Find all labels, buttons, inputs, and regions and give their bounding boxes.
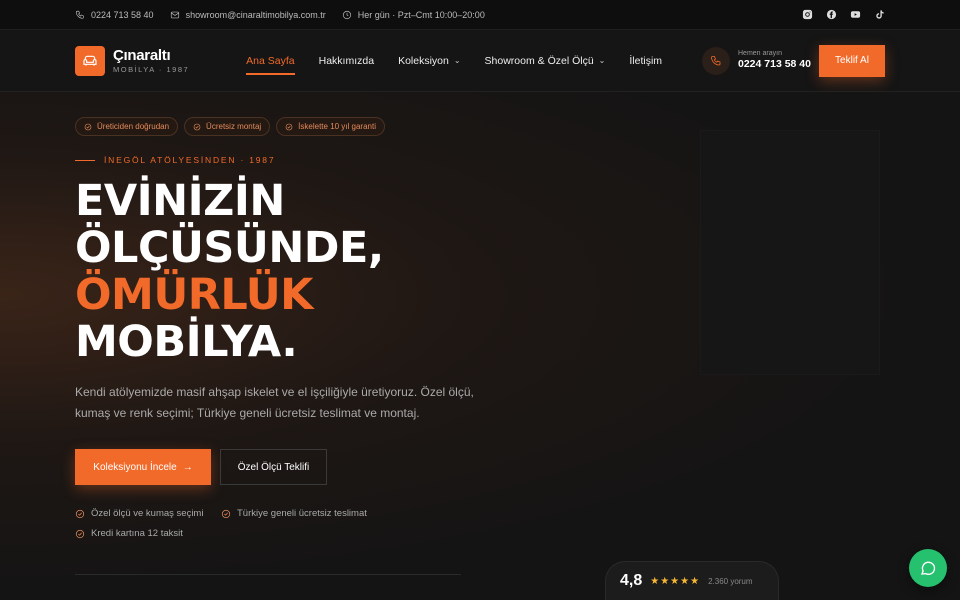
facebook-icon[interactable]: [825, 9, 837, 21]
chat-bubble-icon: [920, 561, 936, 575]
hero-eyebrow: İNEGÖL ATÖLYESİNDEN · 1987: [75, 155, 275, 165]
logo-mark[interactable]: [75, 45, 105, 76]
phone-icon: [75, 10, 84, 19]
hero-badge: İskelette 10 yıl garanti: [276, 117, 385, 136]
sofa-icon: [83, 55, 97, 66]
instagram-icon[interactable]: [801, 9, 813, 21]
custom-size-quote-button[interactable]: Özel Ölçü Teklifi: [220, 449, 327, 485]
button-label: Koleksiyonu İncele: [93, 461, 177, 473]
headline-line-1: EVİNİZİN: [75, 176, 285, 226]
hero-description: Kendi atölyemizde masif ahşap iskelet ve…: [75, 385, 474, 420]
call-info[interactable]: Hemen arayın 0224 713 58 40: [738, 50, 811, 71]
check-circle-icon: [75, 509, 85, 518]
feature-item: Kredi kartına 12 taksit: [75, 528, 183, 539]
nav-item-about[interactable]: Hakkımızda: [319, 49, 374, 73]
headline-line-2: ÖLÇÜSÜNDE,: [75, 223, 384, 273]
call-button[interactable]: [702, 46, 730, 75]
topbar-hours-text: Her gün · Pzt–Cmt 10:00–20:00: [357, 9, 485, 20]
brand-name: Çınaraltı: [113, 46, 171, 64]
nav-item-collection[interactable]: Koleksiyon ⌄: [398, 49, 460, 73]
nav-item-label: Hakkımızda: [318, 54, 375, 67]
main-navigation: Çınaraltı MOBİLYA · 1987 Ana Sayfa Hakkı…: [0, 30, 960, 92]
call-number: 0224 713 58 40: [738, 58, 811, 71]
headline-line-4: MOBİLYA.: [75, 317, 298, 367]
badge-label: Ücretsiz montaj: [206, 122, 262, 131]
rating-value: 4,8: [620, 572, 643, 589]
get-quote-button[interactable]: Teklif Al: [819, 44, 885, 77]
feature-label: Özel ölçü ve kumaş seçimi: [91, 508, 204, 519]
hero-divider: [75, 574, 461, 575]
view-collection-button[interactable]: Koleksiyonu İncele →: [75, 449, 211, 485]
chevron-down-icon: ⌄: [453, 56, 461, 65]
check-circle-icon: [193, 123, 201, 130]
nav-item-contact[interactable]: İletişim: [629, 49, 662, 73]
topbar-email[interactable]: showroom@cinaraltimobilya.com.tr: [170, 10, 326, 20]
nav-item-label: Showroom & Özel Ölçü: [484, 54, 594, 67]
topbar-email-text: showroom@cinaraltimobilya.com.tr: [185, 9, 326, 20]
hero-badges: Üreticiden doğrudan Ücretsiz montaj İske…: [75, 117, 385, 136]
review-count: 2.360 yorum: [708, 576, 753, 586]
topbar-phone-text: 0224 713 58 40: [91, 9, 154, 20]
check-circle-icon: [84, 123, 92, 130]
logo[interactable]: Çınaraltı MOBİLYA · 1987: [113, 48, 189, 74]
clock-icon: [342, 10, 351, 19]
youtube-icon[interactable]: [849, 9, 861, 21]
badge-label: İskelette 10 yıl garanti: [298, 122, 376, 131]
check-circle-icon: [285, 123, 293, 130]
top-info-bar: 0224 713 58 40 showroom@cinaraltimobilya…: [0, 0, 960, 30]
topbar-phone[interactable]: 0224 713 58 40: [75, 10, 154, 20]
star-rating-icon: ★★★★★: [650, 575, 701, 587]
nav-item-label: Ana Sayfa: [246, 54, 295, 67]
rating-widget[interactable]: 4,8 ★★★★★ 2.360 yorum: [605, 561, 779, 600]
brand-subtitle: MOBİLYA · 1987: [113, 64, 190, 74]
eyebrow-line: [75, 159, 95, 161]
mail-icon: [170, 11, 179, 18]
tiktok-icon[interactable]: [873, 9, 885, 21]
arrow-right-icon: →: [182, 461, 193, 473]
hero-image-placeholder: [700, 130, 880, 375]
feature-item: Türkiye geneli ücretsiz teslimat: [221, 508, 367, 519]
nav-item-label: İletişim: [629, 54, 663, 67]
headline-line-3: ÖMÜRLÜK: [75, 270, 313, 320]
topbar-hours: Her gün · Pzt–Cmt 10:00–20:00: [342, 10, 485, 20]
eyebrow-text: İNEGÖL ATÖLYESİNDEN · 1987: [104, 155, 276, 165]
hero-badge: Ücretsiz montaj: [184, 117, 271, 136]
nav-item-showroom[interactable]: Showroom & Özel Ölçü ⌄: [485, 49, 606, 73]
hero-headline: EVİNİZİN ÖLÇÜSÜNDE, ÖMÜRLÜK MOBİLYA.: [75, 178, 384, 366]
badge-label: Üreticiden doğrudan: [97, 122, 170, 131]
call-label: Hemen arayın: [738, 50, 782, 57]
feature-label: Kredi kartına 12 taksit: [91, 528, 183, 539]
nav-item-home[interactable]: Ana Sayfa: [246, 49, 296, 75]
nav-item-label: Koleksiyon: [398, 54, 449, 67]
phone-icon: [711, 55, 721, 65]
check-circle-icon: [75, 529, 85, 538]
feature-label: Türkiye geneli ücretsiz teslimat: [237, 508, 367, 519]
check-circle-icon: [221, 509, 231, 518]
social-links: [801, 9, 885, 21]
feature-item: Özel ölçü ve kumaş seçimi: [75, 508, 203, 519]
nav-menu: Ana Sayfa Hakkımızda Koleksiyon ⌄ Showroo…: [246, 49, 686, 75]
hero-badge: Üreticiden doğrudan: [75, 117, 179, 136]
chevron-down-icon: ⌄: [598, 56, 606, 65]
whatsapp-chat-button[interactable]: [909, 549, 947, 587]
